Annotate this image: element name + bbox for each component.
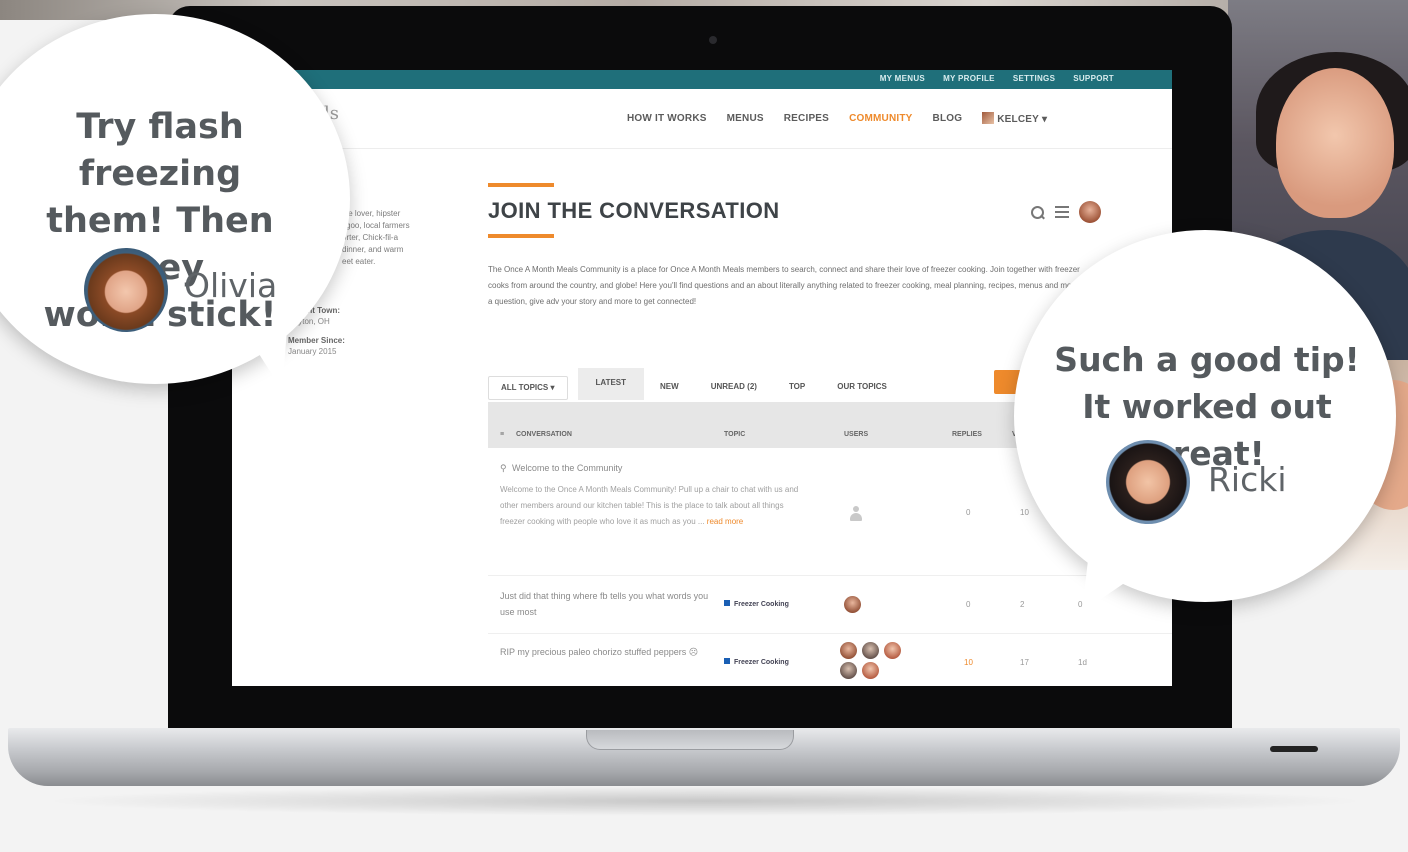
user-avatar[interactable] xyxy=(844,596,861,613)
column-users[interactable]: USERS xyxy=(844,431,868,438)
column-replies[interactable]: REPLIES xyxy=(952,431,982,438)
topic-tabs: ALL TOPICS ▾ LATEST NEW UNREAD (2) TOP O… xyxy=(488,368,903,400)
read-more-link[interactable]: read more xyxy=(707,517,743,526)
tab-top[interactable]: TOP xyxy=(773,374,821,400)
title-accent-bottom xyxy=(488,234,554,238)
all-topics-label: ALL TOPICS xyxy=(501,383,549,392)
title-accent-top xyxy=(488,183,554,187)
user-name: KELCEY xyxy=(997,114,1039,125)
quote-line: It worked out great! xyxy=(1082,387,1332,473)
laptop-slot xyxy=(1270,746,1318,752)
marketing-stage: MY MENUS MY PROFILE SETTINGS SUPPORT ls … xyxy=(0,0,1408,852)
tab-unread[interactable]: UNREAD (2) xyxy=(695,374,773,400)
member-since-value: January 2015 xyxy=(288,347,337,356)
nav-recipes[interactable]: RECIPES xyxy=(784,113,829,124)
search-icon[interactable] xyxy=(1030,205,1045,220)
user-avatar xyxy=(982,112,995,124)
ricki-avatar xyxy=(1106,440,1190,524)
topic-category[interactable]: Freezer Cooking xyxy=(724,658,789,666)
quote-line: Try flash freezing xyxy=(76,107,244,194)
user-avatar[interactable] xyxy=(840,642,857,659)
support-link[interactable]: SUPPORT xyxy=(1073,74,1114,83)
testimonial-name-right: Ricki xyxy=(1208,460,1287,499)
user-avatar[interactable] xyxy=(862,662,879,679)
chevron-down-icon: ▾ xyxy=(1041,114,1048,125)
olivia-avatar xyxy=(84,248,168,332)
testimonial-name-left: Olivia xyxy=(184,266,278,305)
user-menu[interactable]: KELCEY ▾ xyxy=(982,112,1047,125)
laptop-shadow xyxy=(40,786,1370,816)
replies-count: 0 xyxy=(966,600,971,609)
excerpt-text: Welcome to the Once A Month Meals Commun… xyxy=(500,485,799,526)
user-avatar[interactable] xyxy=(884,642,901,659)
profile-avatar-icon[interactable] xyxy=(1079,201,1101,223)
utility-bar: MY MENUS MY PROFILE SETTINGS SUPPORT xyxy=(232,70,1172,89)
quote-line: Such a good tip! xyxy=(1054,340,1360,379)
list-icon: ≡ xyxy=(500,431,505,438)
community-intro: The Once A Month Meals Community is a pl… xyxy=(488,265,1096,306)
nav-community[interactable]: COMMUNITY xyxy=(849,113,912,124)
main-nav: ls HOW IT WORKS MENUS RECIPES COMMUNITY … xyxy=(232,89,1172,149)
topic-category[interactable]: Freezer Cooking xyxy=(724,600,789,608)
user-icon xyxy=(850,506,862,521)
tab-latest[interactable]: LATEST xyxy=(577,368,645,400)
views-count: 10 xyxy=(1020,508,1029,517)
nav-how-it-works[interactable]: HOW IT WORKS xyxy=(627,113,707,124)
topic-title[interactable]: Just did that thing where fb tells you w… xyxy=(500,588,710,620)
testimonial-quote-right: Such a good tip! It worked out great! xyxy=(1030,336,1384,477)
activity-count: 1d xyxy=(1078,658,1087,667)
nav-menus[interactable]: MENUS xyxy=(727,113,764,124)
chevron-down-icon: ▾ xyxy=(550,383,555,392)
bubble-tail-right xyxy=(1082,560,1158,612)
forum-tools xyxy=(1030,201,1101,223)
hamburger-menu-icon[interactable] xyxy=(1055,206,1069,218)
column-topic[interactable]: TOPIC xyxy=(724,431,745,438)
replies-count: 10 xyxy=(964,658,973,667)
user-avatar[interactable] xyxy=(862,642,879,659)
page-title: JOIN THE CONVERSATION xyxy=(488,198,780,223)
pin-icon: ⚲ xyxy=(500,463,507,473)
user-avatar[interactable] xyxy=(840,662,857,679)
settings-link[interactable]: SETTINGS xyxy=(1013,74,1055,83)
tab-our-topics[interactable]: OUR TOPICS xyxy=(821,374,903,400)
column-conversation[interactable]: CONVERSATION xyxy=(516,431,572,438)
laptop-notch xyxy=(586,730,794,750)
camera-icon xyxy=(709,36,717,44)
views-count: 2 xyxy=(1020,600,1025,609)
all-topics-dropdown[interactable]: ALL TOPICS ▾ xyxy=(488,376,568,400)
views-count: 17 xyxy=(1020,658,1029,667)
my-menus-link[interactable]: MY MENUS xyxy=(880,74,925,83)
topic-excerpt: Welcome to the Once A Month Meals Commun… xyxy=(500,482,810,530)
nav-blog[interactable]: BLOG xyxy=(933,113,963,124)
my-profile-link[interactable]: MY PROFILE xyxy=(943,74,995,83)
topic-title[interactable]: RIP my precious paleo chorizo stuffed pe… xyxy=(500,644,720,660)
table-row[interactable]: RIP my precious paleo chorizo stuffed pe… xyxy=(488,634,1172,686)
replies-count: 0 xyxy=(966,508,971,517)
tab-new[interactable]: NEW xyxy=(644,374,695,400)
topic-title[interactable]: Welcome to the Community xyxy=(512,460,622,476)
